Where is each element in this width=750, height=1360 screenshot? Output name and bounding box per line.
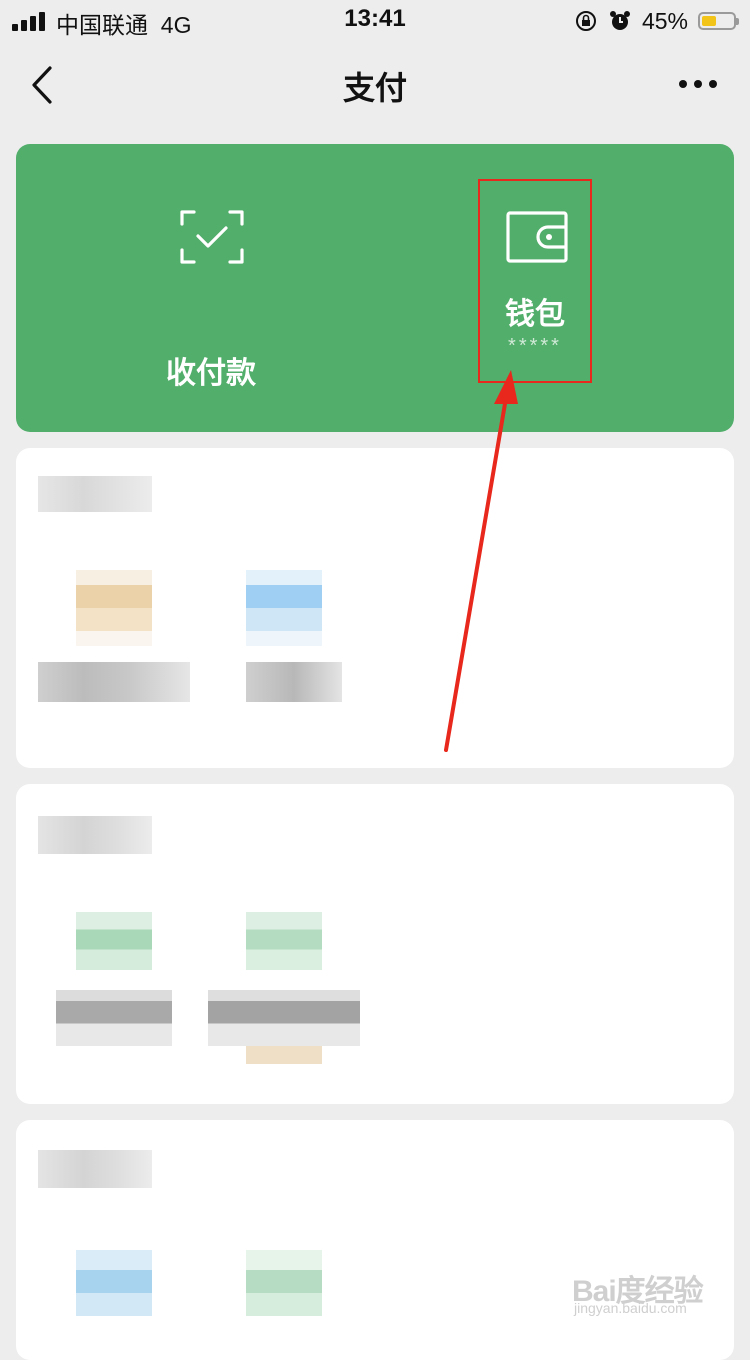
service-card-3: [16, 1120, 734, 1360]
battery-percent: 45%: [641, 7, 688, 34]
blurred-service-label: [246, 662, 342, 702]
pay-receive-label: 收付款: [166, 357, 256, 390]
watermark-sub: jingyan.baidu.com: [574, 1300, 687, 1316]
service-card-2: [16, 784, 734, 1104]
wallet-button[interactable]: 钱包 *****: [478, 179, 592, 383]
blurred-section-title: [38, 476, 152, 512]
blurred-service-icon[interactable]: [76, 912, 152, 970]
status-icons: 45%: [574, 6, 739, 36]
battery-icon: [698, 12, 739, 30]
blurred-service-label: [208, 990, 360, 1046]
blurred-service-sublabel: [246, 1046, 322, 1064]
blurred-service-label: [56, 990, 172, 1046]
blurred-section-title: [38, 1150, 152, 1188]
blurred-service-icon[interactable]: [76, 570, 152, 646]
blurred-section-title: [38, 816, 152, 854]
blurred-service-label: [38, 662, 190, 702]
wallet-icon: [506, 211, 568, 263]
watermark-logo: Bai度经验 jingyan.baidu.com: [572, 1266, 710, 1324]
payment-card: 收付款 钱包 *****: [16, 144, 734, 432]
wallet-balance-mask: *****: [508, 335, 562, 357]
more-button[interactable]: [676, 74, 720, 94]
service-card-1: [16, 448, 734, 768]
blurred-service-icon[interactable]: [246, 1250, 322, 1316]
battery-level: [702, 16, 716, 26]
scan-check-icon: [180, 210, 244, 264]
blurred-service-icon[interactable]: [246, 912, 322, 970]
rotation-lock-icon: [575, 11, 596, 31]
page-title: 支付: [342, 70, 407, 106]
status-bar: 中国联通 4G 13:41 45%: [0, 0, 750, 40]
blurred-service-icon[interactable]: [246, 570, 322, 646]
nav-bar: 支付: [0, 40, 750, 130]
alarm-icon: [609, 11, 630, 30]
pay-receive-button[interactable]: 收付款: [116, 204, 306, 390]
wallet-label: 钱包: [505, 298, 565, 331]
blurred-service-icon[interactable]: [76, 1250, 152, 1316]
more-dots-icon: [679, 80, 717, 88]
